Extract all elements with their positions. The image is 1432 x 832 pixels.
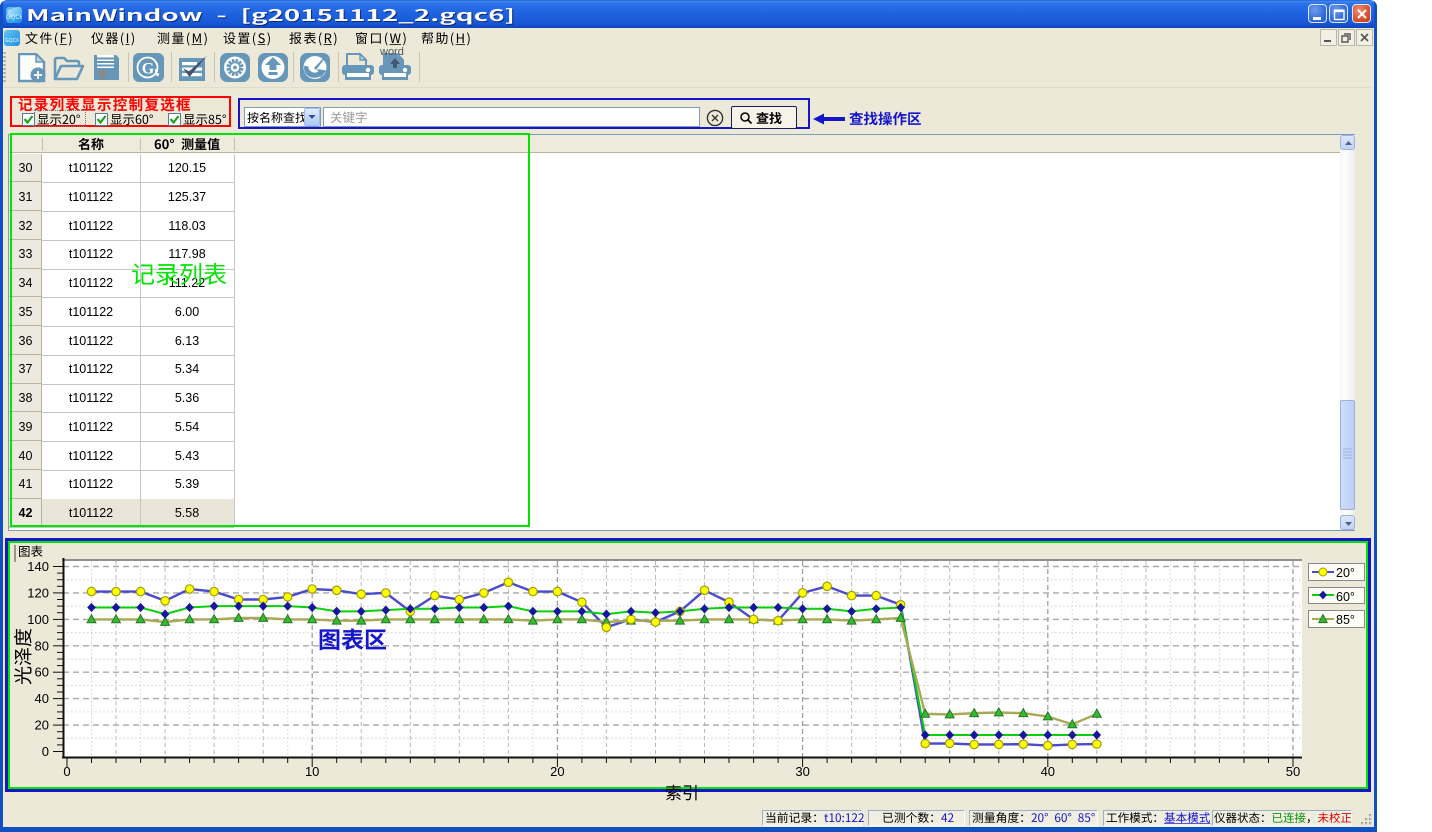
svg-text:120: 120 — [27, 585, 49, 600]
svg-text:60: 60 — [35, 665, 49, 680]
svg-text:50: 50 — [1286, 764, 1300, 779]
svg-text:10: 10 — [305, 764, 319, 779]
svg-text:40: 40 — [1041, 764, 1055, 779]
svg-text:0: 0 — [42, 744, 49, 759]
svg-text:40: 40 — [35, 691, 49, 706]
svg-text:20: 20 — [35, 718, 49, 733]
svg-text:30: 30 — [795, 764, 809, 779]
svg-text:0: 0 — [63, 764, 70, 779]
svg-text:100: 100 — [27, 612, 49, 627]
svg-text:140: 140 — [27, 559, 49, 574]
svg-text:20: 20 — [550, 764, 564, 779]
svg-text:80: 80 — [35, 638, 49, 653]
